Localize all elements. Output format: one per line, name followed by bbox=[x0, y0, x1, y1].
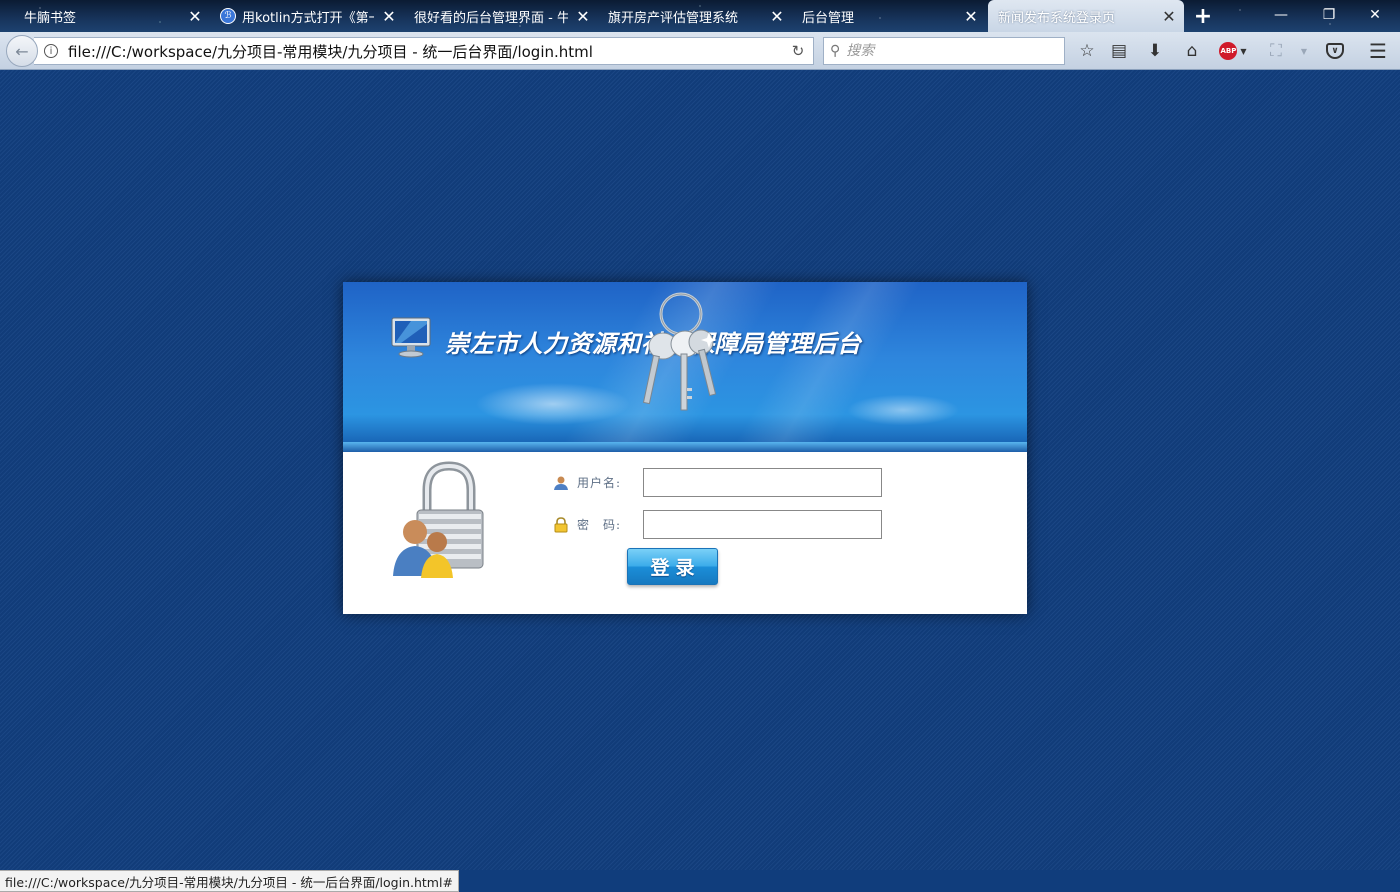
username-row: 用户名: bbox=[553, 468, 882, 497]
close-window-button[interactable]: ✕ bbox=[1352, 0, 1398, 30]
password-input[interactable] bbox=[643, 510, 882, 539]
home-icon[interactable]: ⌂ bbox=[1178, 37, 1206, 65]
status-bar-url: file:///C:/workspace/九分项目-常用模块/九分项目 - 统一… bbox=[0, 870, 459, 892]
password-row: 密 码: bbox=[553, 510, 882, 539]
tab-kotlin[interactable]: ℬ 用kotlin方式打开《第一 ✕ bbox=[210, 0, 404, 32]
computer-monitor-icon bbox=[391, 317, 431, 358]
security-lock-users-icon bbox=[393, 461, 484, 578]
star-icon[interactable]: ☆ bbox=[1073, 37, 1101, 65]
download-icon[interactable]: ⬇ bbox=[1141, 37, 1169, 65]
password-label: 密 码: bbox=[577, 518, 622, 532]
adblock-plus-button[interactable]: ABP ▼ bbox=[1216, 37, 1250, 65]
pocket-button[interactable]: ∨ bbox=[1321, 37, 1349, 65]
username-input[interactable] bbox=[643, 468, 882, 497]
menu-icon[interactable]: ☰ bbox=[1364, 37, 1392, 65]
tab-title: 新闻发布系统登录页 bbox=[998, 10, 1116, 26]
tab-bookmarks[interactable]: 牛腩书签 ✕ bbox=[0, 0, 210, 32]
tab-title: 用kotlin方式打开《第一 bbox=[242, 10, 374, 26]
close-tab-icon[interactable]: ✕ bbox=[374, 0, 404, 32]
close-tab-icon[interactable]: ✕ bbox=[762, 0, 792, 32]
site-info-icon[interactable]: i bbox=[34, 44, 68, 58]
search-bar[interactable]: ⚲ bbox=[823, 37, 1065, 65]
close-tab-icon[interactable]: ✕ bbox=[568, 0, 598, 32]
pocket-icon: ∨ bbox=[1326, 43, 1344, 59]
search-input[interactable] bbox=[846, 43, 1064, 59]
padlock-icon bbox=[554, 516, 568, 532]
tab-strip: 牛腩书签 ✕ ℬ 用kotlin方式打开《第一 ✕ 很好看的后台管理界面 - 牛… bbox=[0, 0, 1400, 32]
reload-icon[interactable]: ↻ bbox=[783, 42, 813, 60]
tab-title: 后台管理 bbox=[802, 10, 855, 26]
login-button[interactable]: 登录 bbox=[627, 548, 718, 585]
tab-admin-ui[interactable]: 很好看的后台管理界面 - 牛腩 ✕ bbox=[404, 0, 598, 32]
adblock-plus-icon: ABP bbox=[1219, 42, 1238, 60]
keys-icon bbox=[642, 292, 717, 411]
restore-button[interactable]: ❐ bbox=[1306, 0, 1352, 30]
crop-icon[interactable]: ⛶ bbox=[1262, 37, 1290, 65]
tab-title: 旗开房产评估管理系统 bbox=[608, 10, 739, 26]
tab-real-estate[interactable]: 旗开房产评估管理系统 ✕ bbox=[598, 0, 792, 32]
minimize-button[interactable]: — bbox=[1258, 0, 1304, 30]
url-text[interactable]: file:///C:/workspace/九分项目-常用模块/九分项目 - 统一… bbox=[68, 41, 783, 62]
close-tab-icon[interactable]: ✕ bbox=[956, 0, 986, 32]
tab-news-login[interactable]: 新闻发布系统登录页 ✕ bbox=[988, 0, 1184, 32]
username-label: 用户名: bbox=[577, 476, 622, 490]
arrow-left-icon: ← bbox=[15, 41, 29, 61]
site-favicon-icon: ℬ bbox=[220, 8, 236, 24]
tab-title: 牛腩书签 bbox=[24, 10, 77, 26]
chevron-down-icon: ▼ bbox=[1240, 46, 1247, 56]
new-tab-button[interactable]: + bbox=[1188, 0, 1218, 32]
login-form-area: 用户名: 密 码: 登录 bbox=[343, 452, 1027, 614]
page-viewport: 崇左市人力资源和社会保障局管理后台 bbox=[0, 70, 1400, 870]
chevron-down-icon[interactable]: ▼ bbox=[1290, 37, 1318, 65]
reading-list-icon[interactable]: ▤ bbox=[1105, 37, 1133, 65]
search-icon: ⚲ bbox=[830, 43, 841, 59]
back-button[interactable]: ← bbox=[6, 35, 38, 67]
user-icon bbox=[554, 476, 568, 490]
close-tab-icon[interactable]: ✕ bbox=[180, 0, 210, 32]
tab-backend[interactable]: 后台管理 ✕ bbox=[792, 0, 986, 32]
address-bar[interactable]: i file:///C:/workspace/九分项目-常用模块/九分项目 - … bbox=[34, 37, 814, 65]
navigation-toolbar: i file:///C:/workspace/九分项目-常用模块/九分项目 - … bbox=[0, 32, 1400, 70]
close-tab-icon[interactable]: ✕ bbox=[1154, 0, 1184, 32]
tab-title: 很好看的后台管理界面 - 牛腩 bbox=[414, 10, 568, 26]
